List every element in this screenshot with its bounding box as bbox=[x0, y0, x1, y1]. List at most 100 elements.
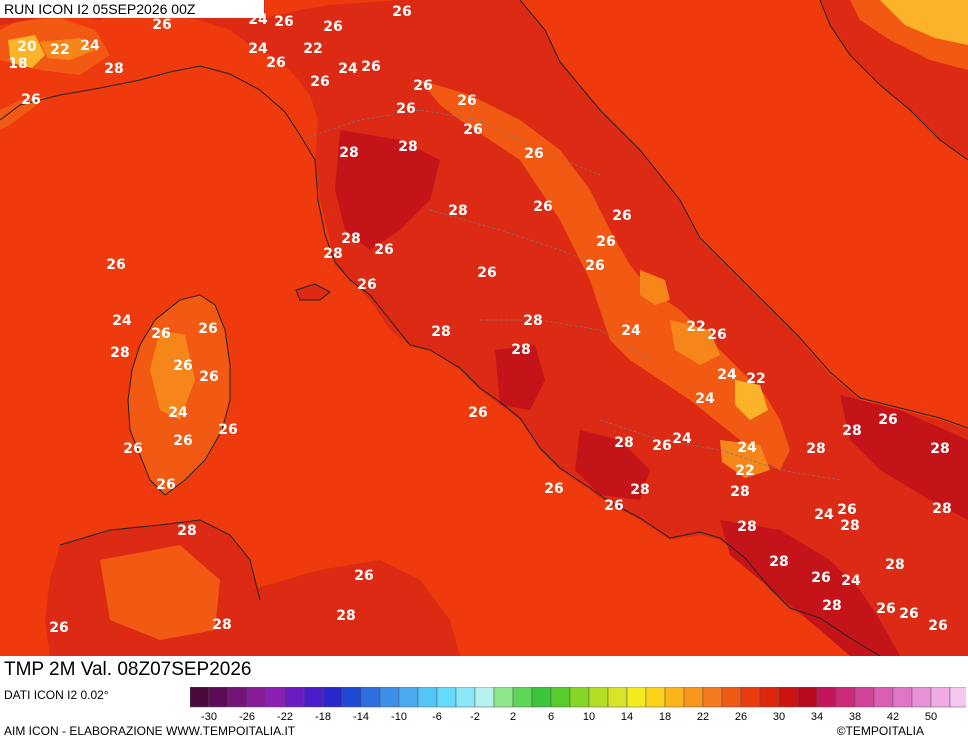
contour-label: 22 bbox=[746, 371, 765, 387]
contour-label: 26 bbox=[652, 438, 671, 454]
contour-label: 24 bbox=[338, 61, 358, 77]
contour-label: 26 bbox=[173, 433, 192, 449]
contour-label: 26 bbox=[361, 59, 380, 75]
data-source-note: DATI ICON I2 0.02° bbox=[4, 688, 109, 702]
contour-label: 28 bbox=[336, 608, 355, 624]
scale-swatch bbox=[588, 687, 609, 708]
contour-label: 26 bbox=[21, 92, 40, 108]
scale-swatch bbox=[569, 687, 590, 708]
contour-label: 26 bbox=[468, 405, 487, 421]
contour-label: 26 bbox=[463, 122, 482, 138]
scale-swatch bbox=[493, 687, 514, 708]
contour-label: 26 bbox=[524, 146, 543, 162]
scale-tick-label: 2 bbox=[510, 711, 516, 723]
contour-label: 28 bbox=[523, 313, 542, 329]
scale-swatch bbox=[341, 687, 362, 708]
scale-tick-label: 42 bbox=[887, 711, 899, 723]
contour-label: 26 bbox=[123, 441, 142, 457]
scale-swatches bbox=[190, 687, 966, 708]
scale-swatch bbox=[626, 687, 647, 708]
contour-label: 24 bbox=[841, 573, 861, 589]
contour-label: 26 bbox=[173, 358, 192, 374]
contour-label: 26 bbox=[585, 258, 604, 274]
contour-label: 28 bbox=[930, 441, 949, 457]
contour-label: 28 bbox=[630, 482, 649, 498]
contour-label: 28 bbox=[341, 231, 360, 247]
scale-swatch bbox=[303, 687, 324, 708]
contour-label: 26 bbox=[151, 326, 170, 342]
contour-label: 26 bbox=[477, 265, 496, 281]
scale-tick-label: 50 bbox=[925, 711, 937, 723]
contour-label: 26 bbox=[596, 234, 615, 250]
scale-tick-labels: -30 -26 -22 -18 -14 -10 -6 -2 2 6 10 14 18 22 26 30 34 38… bbox=[201, 711, 937, 723]
contour-label: 26 bbox=[544, 481, 563, 497]
contour-label: 18 bbox=[8, 56, 27, 72]
contour-label: 20 bbox=[17, 39, 37, 55]
scale-tick-label: -30 bbox=[201, 711, 217, 723]
run-label: RUN ICON I2 05SEP2026 00Z bbox=[0, 0, 264, 18]
scale-tick-label: 22 bbox=[697, 711, 709, 723]
scale-tick-label: -26 bbox=[239, 711, 255, 723]
contour-label: 28 bbox=[511, 342, 530, 358]
contour-label: 22 bbox=[735, 463, 754, 479]
contour-label: 28 bbox=[177, 523, 196, 539]
scale-tick-label: 18 bbox=[659, 711, 671, 723]
scale-tick-label: -10 bbox=[391, 711, 407, 723]
contour-label: 26 bbox=[354, 568, 373, 584]
scale-swatch bbox=[816, 687, 837, 708]
scale-swatch bbox=[721, 687, 742, 708]
contour-label: 28 bbox=[398, 139, 417, 155]
scale-swatch bbox=[645, 687, 666, 708]
scale-swatch bbox=[227, 687, 248, 708]
scale-swatch bbox=[797, 687, 818, 708]
contour-label: 26 bbox=[374, 242, 393, 258]
contour-label: 26 bbox=[928, 618, 947, 634]
scale-swatch bbox=[550, 687, 571, 708]
credit-text: AIM ICON - ELABORAZIONE WWW.TEMPOITALIA.… bbox=[4, 724, 296, 738]
scale-swatch bbox=[949, 687, 966, 708]
contour-label: 24 bbox=[80, 38, 100, 54]
contour-label: 26 bbox=[198, 321, 217, 337]
contour-label: 28 bbox=[822, 598, 841, 614]
scale-tick-label: 34 bbox=[811, 711, 823, 723]
contour-label: 26 bbox=[604, 498, 623, 514]
scale-swatch bbox=[360, 687, 381, 708]
brand-text: ©TEMPOITALIA bbox=[836, 724, 924, 738]
contour-label: 26 bbox=[266, 55, 285, 71]
contour-label: 24 bbox=[248, 41, 268, 57]
contour-label: 28 bbox=[737, 519, 756, 535]
scale-tick-label: 30 bbox=[773, 711, 785, 723]
scale-swatch bbox=[284, 687, 305, 708]
scale-tick-label: 10 bbox=[583, 711, 595, 723]
temperature-map: 26 24 26 2620 22 24281826242622262426262626 26… bbox=[0, 0, 968, 657]
scale-tick-label: -14 bbox=[353, 711, 369, 723]
scale-swatch bbox=[911, 687, 932, 708]
contour-label: 26 bbox=[49, 620, 68, 636]
contour-label: 26 bbox=[199, 369, 218, 385]
scale-swatch bbox=[702, 687, 723, 708]
scale-swatch bbox=[208, 687, 229, 708]
contour-label: 26 bbox=[413, 78, 432, 94]
contour-label: 26 bbox=[152, 17, 171, 33]
contour-label: 28 bbox=[840, 518, 859, 534]
contour-label: 28 bbox=[212, 617, 231, 633]
contour-label: 24 bbox=[695, 391, 715, 407]
contour-label: 28 bbox=[339, 145, 358, 161]
scale-swatch bbox=[474, 687, 495, 708]
contour-label: 26 bbox=[323, 19, 342, 35]
scale-swatch bbox=[759, 687, 780, 708]
contour-label: 24 bbox=[621, 323, 641, 339]
contour-label: 28 bbox=[614, 435, 633, 451]
contour-label: 26 bbox=[274, 14, 293, 30]
scale-swatch bbox=[778, 687, 799, 708]
validity-label: TMP 2M Val. 08Z07SEP2026 bbox=[0, 656, 414, 684]
contour-label: 22 bbox=[50, 42, 69, 58]
scale-tick-label: 38 bbox=[849, 711, 861, 723]
scale-tick-label: -18 bbox=[315, 711, 331, 723]
scale-tick-label: 14 bbox=[621, 711, 633, 723]
contour-label: 28 bbox=[104, 61, 123, 77]
contour-label: 28 bbox=[323, 246, 342, 262]
scale-swatch bbox=[835, 687, 856, 708]
contour-label: 24 bbox=[168, 405, 188, 421]
scale-swatch bbox=[246, 687, 267, 708]
